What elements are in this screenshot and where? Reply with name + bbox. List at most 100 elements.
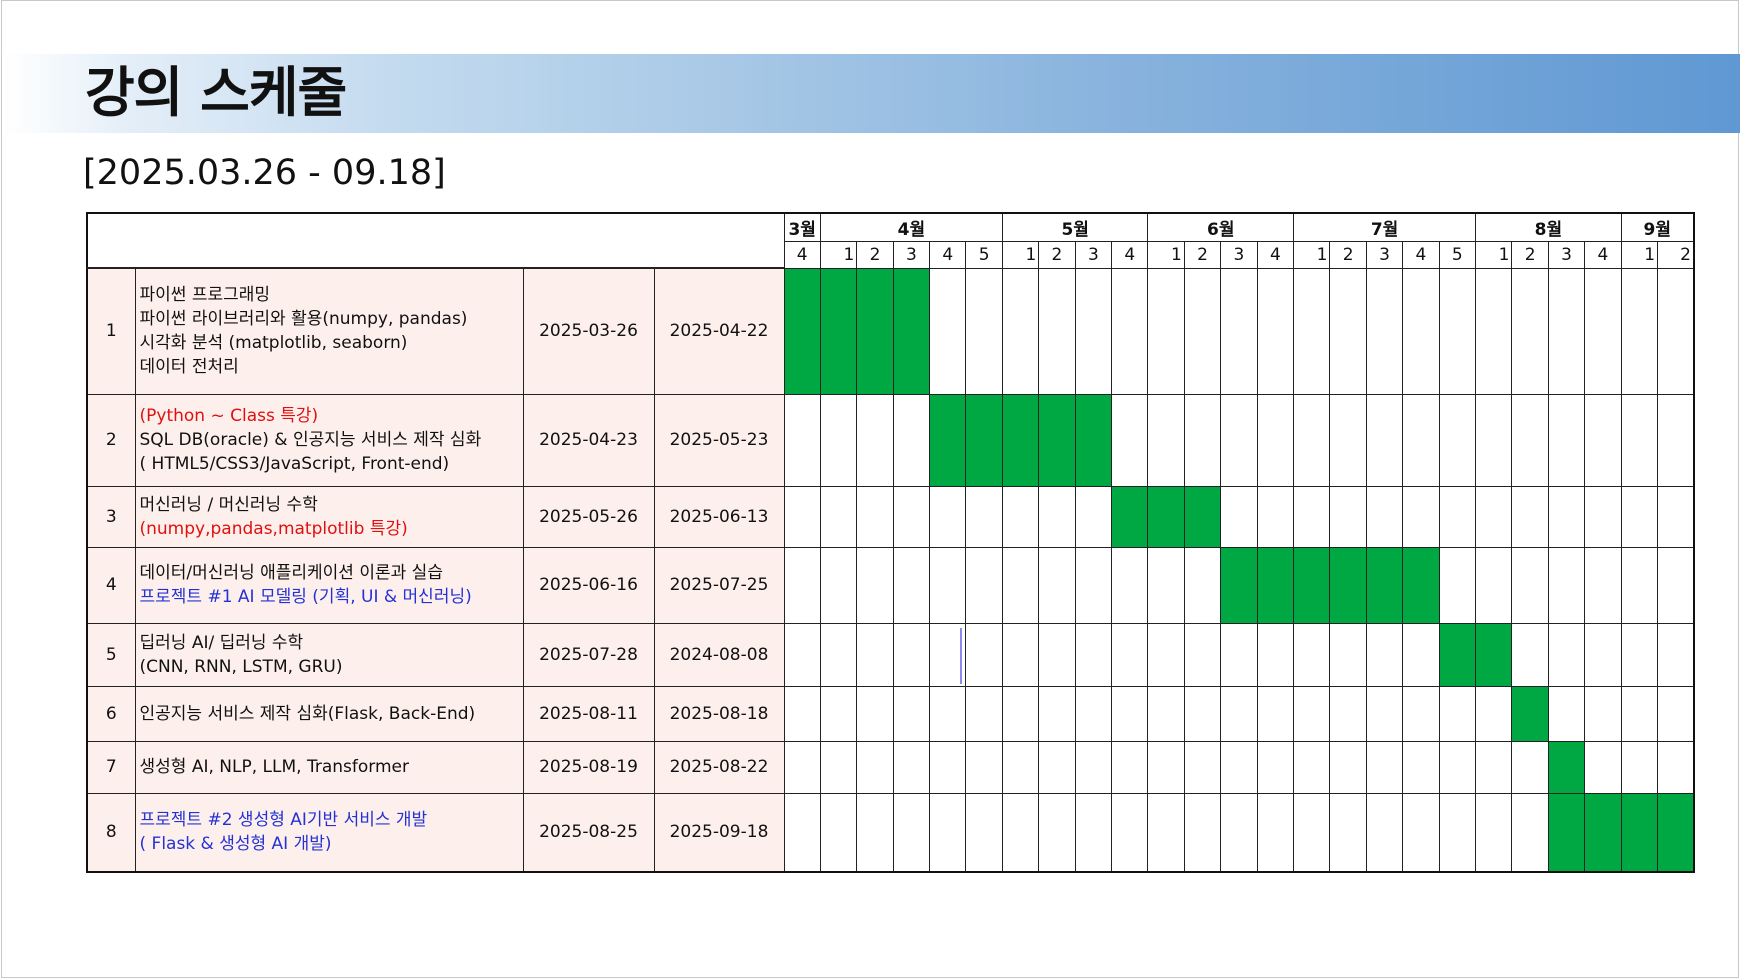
gantt-empty-cell: [1111, 792, 1149, 873]
gantt-empty-cell: [1547, 267, 1586, 395]
end-date: 2025-08-22: [653, 740, 785, 794]
gantt-empty-cell: [1220, 485, 1258, 548]
gantt-empty-cell: [1329, 792, 1367, 873]
schedule-row: 5 딥러닝 AI/ 딥러닝 수학 (CNN, RNN, LSTM, GRU) 2025…: [86, 622, 1695, 687]
gantt-empty-cell: [1220, 740, 1258, 794]
gantt-empty-cell: [1620, 685, 1659, 742]
gantt-empty-cell: [892, 622, 931, 687]
week-header: 2: [856, 240, 894, 269]
gantt-empty-cell: [1001, 622, 1040, 687]
week-header: 4: [1584, 240, 1622, 269]
gantt-empty-cell: [856, 546, 894, 624]
gantt-empty-cell: [1074, 267, 1113, 395]
gantt-empty-cell: [1657, 740, 1695, 794]
course-line: 프로젝트 #2 생성형 AI기반 서비스 개발: [139, 810, 428, 831]
start-date: 2025-04-23: [522, 393, 655, 487]
gantt-empty-cell: [1511, 792, 1549, 873]
row-number: 6: [86, 685, 136, 742]
course-line: (Python ~ Class 특강): [139, 406, 319, 426]
gantt-empty-cell: [1547, 622, 1586, 687]
gantt-empty-cell: [1001, 485, 1040, 548]
gantt-empty-cell: [856, 393, 894, 487]
schedule-row: 1 파이썬 프로그래밍 파이썬 라이브러리와 활용(numpy, pandas) 시각…: [86, 267, 1695, 395]
text-cursor-mark: [960, 628, 962, 684]
gantt-empty-cell: [1111, 685, 1149, 742]
week-header: 2: [1183, 240, 1222, 269]
gantt-bar-cell: [929, 393, 967, 487]
week-header: 5: [965, 240, 1003, 269]
gantt-empty-cell: [1475, 485, 1513, 548]
row-number: 2: [86, 393, 136, 487]
gantt-empty-cell: [1584, 740, 1622, 794]
week-header: 1: [819, 240, 858, 269]
gantt-empty-cell: [783, 740, 821, 794]
gantt-empty-cell: [783, 622, 821, 687]
gantt-empty-cell: [1402, 792, 1440, 873]
gantt-empty-cell: [1584, 546, 1622, 624]
end-date: 2025-06-13: [653, 485, 785, 548]
gantt-bar-cell: [1329, 546, 1367, 624]
course-description: 프로젝트 #2 생성형 AI기반 서비스 개발 ( Flask & 생성형 AI …: [134, 792, 524, 873]
gantt-empty-cell: [1657, 485, 1695, 548]
gantt-bar-cell: [1183, 485, 1222, 548]
gantt-empty-cell: [1584, 622, 1622, 687]
gantt-empty-cell: [1365, 740, 1404, 794]
gantt-empty-cell: [1438, 393, 1477, 487]
course-line: 프로젝트 #1 AI 모델링 (기획, UI & 머신러닝): [139, 587, 472, 607]
gantt-bar-cell: [1584, 792, 1622, 873]
gantt-empty-cell: [819, 622, 858, 687]
gantt-empty-cell: [1074, 546, 1113, 624]
gantt-bar-cell: [1147, 485, 1185, 548]
course-line: 파이썬 라이브러리와 활용(numpy, pandas): [139, 309, 468, 330]
gantt-empty-cell: [1111, 622, 1149, 687]
gantt-bar-cell: [1111, 485, 1149, 548]
gantt-empty-cell: [1620, 546, 1659, 624]
gantt-empty-cell: [856, 792, 894, 873]
gantt-empty-cell: [1183, 267, 1222, 395]
gantt-empty-cell: [1438, 792, 1477, 873]
gantt-bar-cell: [892, 267, 931, 395]
gantt-empty-cell: [1511, 740, 1549, 794]
course-line: ( Flask & 생성형 AI 개발): [139, 834, 332, 855]
gantt-empty-cell: [1038, 740, 1076, 794]
gantt-empty-cell: [1220, 792, 1258, 873]
month-header: 3월: [783, 212, 821, 242]
row-number: 8: [86, 792, 136, 873]
course-line: 데이터 전처리: [139, 357, 239, 378]
gantt-empty-cell: [1220, 267, 1258, 395]
gantt-empty-cell: [1293, 267, 1331, 395]
start-date: 2025-07-28: [522, 622, 655, 687]
gantt-empty-cell: [1111, 267, 1149, 395]
gantt-empty-cell: [1329, 267, 1367, 395]
gantt-empty-cell: [1293, 685, 1331, 742]
start-date: 2025-08-25: [522, 792, 655, 873]
gantt-empty-cell: [819, 485, 858, 548]
gantt-empty-cell: [965, 685, 1003, 742]
month-header: 6월: [1147, 212, 1295, 242]
gantt-empty-cell: [1365, 622, 1404, 687]
course-line: ( HTML5/CSS3/JavaScript, Front-end): [139, 454, 450, 474]
course-line: 인공지능 서비스 제작 심화(Flask, Back-End): [139, 703, 476, 724]
gantt-empty-cell: [1365, 485, 1404, 548]
gantt-empty-cell: [819, 740, 858, 794]
schedule-row: 6 인공지능 서비스 제작 심화(Flask, Back-End) 2025-08-…: [86, 685, 1695, 742]
gantt-empty-cell: [1256, 740, 1295, 794]
gantt-empty-cell: [929, 740, 967, 794]
gantt-empty-cell: [965, 267, 1003, 395]
course-description: 생성형 AI, NLP, LLM, Transformer: [134, 740, 524, 794]
gantt-empty-cell: [1183, 546, 1222, 624]
gantt-empty-cell: [1001, 546, 1040, 624]
gantt-empty-cell: [1147, 685, 1185, 742]
gantt-empty-cell: [783, 792, 821, 873]
course-line: (CNN, RNN, LSTM, GRU): [139, 656, 343, 677]
gantt-empty-cell: [1256, 267, 1295, 395]
gantt-empty-cell: [1220, 622, 1258, 687]
gantt-empty-cell: [1111, 393, 1149, 487]
gantt-empty-cell: [1475, 685, 1513, 742]
gantt-empty-cell: [1475, 792, 1513, 873]
gantt-empty-cell: [1038, 546, 1076, 624]
gantt-empty-cell: [965, 546, 1003, 624]
start-date: 2025-06-16: [522, 546, 655, 624]
gantt-empty-cell: [1183, 740, 1222, 794]
gantt-empty-cell: [1183, 622, 1222, 687]
